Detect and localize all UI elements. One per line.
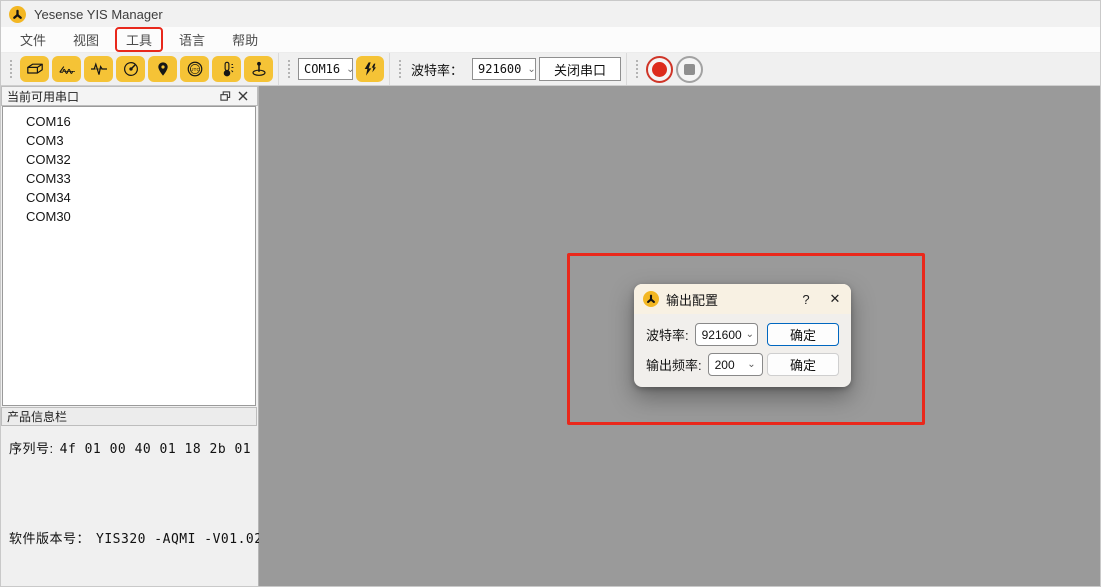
stop-button[interactable] — [676, 56, 703, 83]
stop-icon — [684, 64, 695, 75]
baud-rate-value: 921600 — [478, 62, 521, 76]
menu-file[interactable]: 文件 — [9, 27, 57, 52]
dialog-close-icon[interactable]: ✕ — [824, 291, 846, 307]
baud-rate-select[interactable]: 921600 ⌄ — [472, 58, 536, 80]
svg-text:UTC: UTC — [190, 67, 200, 73]
temperature-icon[interactable] — [212, 56, 241, 82]
port-list-item[interactable]: COM30 — [3, 207, 255, 226]
dialog-baud-select[interactable]: 921600 ⌄ — [695, 323, 758, 346]
port-list-item[interactable]: COM34 — [3, 188, 255, 207]
toolbar-drag-handle[interactable] — [286, 58, 290, 80]
port-list-item[interactable]: COM33 — [3, 169, 255, 188]
baud-rate-config-row: 波特率: 921600 ⌄ 确定 — [646, 323, 839, 346]
serial-port-dock: 当前可用串口 COM16 COM3 COM32 COM33 COM34 COM3… — [1, 86, 259, 586]
gyro-icon[interactable] — [244, 56, 273, 82]
toolbar-group-record — [626, 53, 708, 85]
dialog-output-rate-value: 200 — [715, 358, 735, 372]
dialog-baud-value: 921600 — [702, 328, 742, 342]
close-serial-port-button[interactable]: 关闭串口 — [539, 57, 621, 81]
dock-close-icon[interactable] — [234, 88, 252, 104]
menu-language[interactable]: 语言 — [168, 27, 216, 52]
window-title: Yesense YIS Manager — [34, 7, 163, 22]
toolbar-group-baud: 波特率： 921600 ⌄ 关闭串口 — [389, 53, 626, 85]
dialog-help-button[interactable]: ? — [795, 292, 817, 307]
baud-rate-label: 波特率： — [411, 60, 463, 79]
record-button[interactable] — [646, 56, 673, 83]
port-select-value: COM16 — [304, 62, 340, 76]
refresh-ports-icon[interactable] — [356, 56, 384, 82]
product-info-panel: 序列号: 4f 01 00 40 01 18 2b 01 软件版本号： YIS3… — [1, 426, 257, 586]
toolbar: UTC COM16 ⌄ 波特率： 921600 ⌄ — [1, 53, 1100, 86]
port-list-item[interactable]: COM16 — [3, 112, 255, 131]
attitude-wave-icon[interactable] — [52, 56, 81, 82]
chevron-down-icon: ⌄ — [746, 329, 754, 340]
toolbar-group-views: UTC — [1, 53, 278, 85]
dialog-title: 输出配置 — [666, 290, 788, 309]
dialog-output-rate-label: 输出频率: — [646, 355, 702, 374]
record-icon — [652, 62, 667, 77]
toolbar-drag-handle[interactable] — [397, 58, 401, 80]
cube-icon[interactable] — [20, 56, 49, 82]
product-info-title: 产品信息栏 — [7, 408, 67, 425]
dialog-baud-label: 波特率: — [646, 325, 689, 344]
serial-number-row: 序列号: 4f 01 00 40 01 18 2b 01 — [9, 438, 249, 457]
app-logo-icon — [9, 6, 26, 23]
location-icon[interactable] — [148, 56, 177, 82]
dialog-body: 波特率: 921600 ⌄ 确定 输出频率: 200 ⌄ 确定 — [634, 314, 851, 376]
toolbar-drag-handle[interactable] — [634, 58, 638, 80]
chevron-down-icon: ⌄ — [527, 64, 535, 75]
menu-help[interactable]: 帮助 — [221, 27, 269, 52]
pulse-wave-icon[interactable] — [84, 56, 113, 82]
chevron-down-icon: ⌄ — [346, 64, 354, 75]
gauge-icon[interactable] — [116, 56, 145, 82]
confirm-baud-button[interactable]: 确定 — [767, 323, 839, 346]
dock-title: 当前可用串口 — [7, 88, 79, 105]
output-config-dialog: 输出配置 ? ✕ 波特率: 921600 ⌄ 确定 输出频率: 200 ⌄ 确定 — [634, 284, 851, 387]
menu-tools[interactable]: 工具 — [115, 27, 163, 52]
port-select[interactable]: COM16 ⌄ — [298, 58, 353, 80]
dialog-output-rate-select[interactable]: 200 ⌄ — [708, 353, 763, 376]
port-list-item[interactable]: COM3 — [3, 131, 255, 150]
menu-view[interactable]: 视图 — [62, 27, 110, 52]
app-window: Yesense YIS Manager 文件 视图 工具 语言 帮助 — [0, 0, 1101, 587]
serial-number-label: 序列号: — [9, 438, 54, 457]
toolbar-group-port: COM16 ⌄ — [278, 53, 389, 85]
serial-number-value: 4f 01 00 40 01 18 2b 01 — [60, 442, 252, 457]
dialog-logo-icon — [643, 291, 659, 307]
available-ports-list: COM16 COM3 COM32 COM33 COM34 COM30 — [2, 106, 256, 406]
firmware-version-label: 软件版本号： — [9, 528, 90, 547]
dialog-titlebar[interactable]: 输出配置 ? ✕ — [634, 284, 851, 314]
toolbar-drag-handle[interactable] — [8, 58, 12, 80]
output-rate-config-row: 输出频率: 200 ⌄ 确定 — [646, 353, 839, 376]
chevron-down-icon: ⌄ — [747, 359, 755, 370]
titlebar: Yesense YIS Manager — [1, 1, 1100, 27]
firmware-version-row: 软件版本号： YIS320 -AQMI -V01.02.03; — [9, 528, 249, 547]
port-list-item[interactable]: COM32 — [3, 150, 255, 169]
confirm-output-rate-button[interactable]: 确定 — [767, 353, 839, 376]
dock-header: 当前可用串口 — [1, 86, 258, 106]
menubar: 文件 视图 工具 语言 帮助 — [1, 27, 1100, 53]
dock-float-button[interactable] — [216, 88, 234, 104]
utc-clock-icon[interactable]: UTC — [180, 56, 209, 82]
product-info-header: 产品信息栏 — [1, 407, 257, 426]
